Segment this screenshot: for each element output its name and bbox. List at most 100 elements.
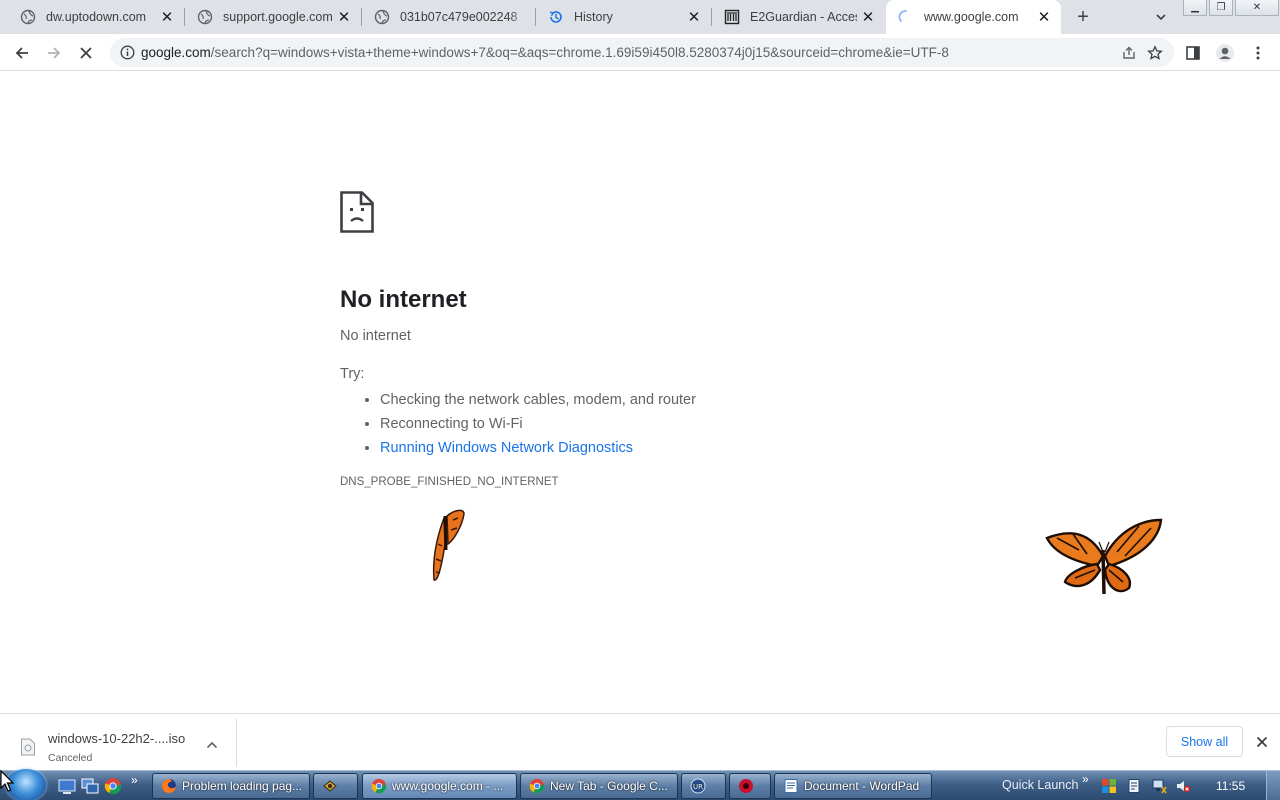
tab-title: dw.uptodown.com	[46, 10, 147, 24]
side-panel-button[interactable]	[1180, 40, 1206, 66]
taskbar-task-wordpad[interactable]: Document - WordPad	[774, 773, 932, 799]
suggestion-item: Checking the network cables, modem, and …	[380, 388, 940, 412]
error-container: No internet No internet Try: Checking th…	[340, 191, 940, 488]
task-label: Problem loading pag...	[182, 779, 303, 793]
arrow-left-icon	[15, 47, 28, 59]
close-tab-icon[interactable]: ✕	[156, 6, 178, 28]
kebab-menu-icon	[1256, 46, 1260, 60]
taskbar-task-chrome-google[interactable]: www.google.com - ...	[362, 773, 517, 799]
task-label: Document - WordPad	[804, 779, 920, 793]
task-label: www.google.com - ...	[392, 779, 504, 793]
globe-icon	[374, 9, 390, 25]
wordpad-icon	[784, 779, 798, 793]
switch-windows-icon[interactable]	[81, 777, 99, 795]
quick-launch-label: Quick Launch	[1002, 778, 1079, 792]
network-diagnostics-link[interactable]: Running Windows Network Diagnostics	[380, 440, 633, 456]
side-panel-icon	[1186, 46, 1200, 60]
minimize-button[interactable]: ▁	[1183, 0, 1207, 16]
tab-support-google[interactable]: support.google.com ✕	[185, 0, 361, 34]
stop-loading-button[interactable]	[73, 40, 99, 66]
browser-toolbar: google.com/search?q=windows+vista+theme+…	[0, 34, 1280, 71]
arrow-right-icon	[48, 47, 61, 59]
download-status: Canceled	[48, 752, 93, 764]
bookmark-star-icon[interactable]	[1142, 40, 1168, 66]
red-app-icon	[739, 779, 753, 793]
task-label: New Tab - Google C...	[550, 779, 668, 793]
back-button[interactable]	[9, 40, 35, 66]
network-tray-icon[interactable]	[1151, 778, 1167, 794]
taskbar-task-app[interactable]	[313, 773, 358, 799]
tab-search-button[interactable]	[1150, 6, 1172, 28]
taskbar: » Problem loading pag... www.google.com …	[0, 769, 1280, 800]
history-icon	[548, 9, 564, 25]
url-path: /search?q=windows+vista+theme+windows+7&…	[210, 45, 949, 60]
stop-icon	[80, 47, 92, 59]
suggestion-item: Reconnecting to Wi-Fi	[380, 412, 940, 436]
tab-title: 031b07c479e002248	[400, 10, 518, 24]
page-content: No internet No internet Try: Checking th…	[0, 71, 1280, 713]
close-tab-icon[interactable]: ✕	[857, 6, 879, 28]
window-controls: ▁ ❐ ✕	[1183, 0, 1280, 18]
chrome-icon[interactable]	[104, 777, 122, 795]
tab-title: E2Guardian - Access	[750, 10, 857, 24]
tab-dw-uptodown[interactable]: dw.uptodown.com ✕	[8, 0, 184, 34]
tab-hash[interactable]: 031b07c479e002248	[362, 0, 534, 34]
menu-button[interactable]	[1245, 40, 1271, 66]
url-text[interactable]: google.com/search?q=windows+vista+theme+…	[141, 45, 1116, 60]
error-title: No internet	[340, 286, 467, 313]
tab-google-active[interactable]: www.google.com ✕	[886, 0, 1061, 34]
clock[interactable]: 11:55	[1216, 779, 1245, 793]
suggestion-item: Running Windows Network Diagnostics	[380, 436, 940, 460]
globe-icon	[197, 9, 213, 25]
tab-history[interactable]: History ✕	[536, 0, 711, 34]
close-window-button[interactable]: ✕	[1235, 0, 1279, 16]
taskbar-task-ur-browser[interactable]: UR	[681, 773, 726, 799]
show-desktop-icon[interactable]	[58, 777, 76, 795]
tab-title: support.google.com	[223, 10, 333, 24]
maximize-button[interactable]: ❐	[1209, 0, 1233, 16]
close-tab-icon[interactable]: ✕	[333, 6, 355, 28]
download-file-name: windows-10-22h2-....iso	[48, 731, 186, 746]
show-desktop-button[interactable]	[1266, 771, 1280, 800]
taskbar-task-firefox[interactable]: Problem loading pag...	[152, 773, 310, 799]
close-shelf-icon[interactable]	[1252, 732, 1272, 752]
e2guardian-icon	[724, 9, 740, 25]
tab-e2guardian[interactable]: E2Guardian - Access ✕	[712, 0, 885, 34]
taskbar-task-red-app[interactable]	[729, 773, 771, 799]
show-all-button[interactable]: Show all	[1166, 726, 1243, 757]
taskbar-task-chrome-newtab[interactable]: New Tab - Google C...	[520, 773, 678, 799]
chevron-down-icon	[1156, 14, 1166, 21]
close-tab-icon[interactable]: ✕	[1033, 6, 1055, 28]
share-icon[interactable]	[1116, 40, 1142, 66]
forward-button[interactable]	[41, 40, 67, 66]
tab-title: History	[574, 10, 613, 24]
profile-button[interactable]	[1212, 40, 1238, 66]
chrome-icon	[529, 778, 545, 794]
svg-text:UR: UR	[693, 783, 703, 791]
try-label: Try:	[340, 366, 365, 382]
chevron-up-icon[interactable]	[202, 737, 222, 753]
profile-avatar-icon	[1216, 44, 1234, 62]
tab-strip: dw.uptodown.com ✕ support.google.com ✕ 0…	[0, 0, 1280, 34]
suggestion-list: Checking the network cables, modem, and …	[380, 388, 940, 460]
windows-flag-tray-icon[interactable]	[1101, 778, 1117, 794]
loading-spinner-icon	[898, 9, 914, 25]
quick-launch-chevron-icon[interactable]: »	[1082, 772, 1089, 786]
document-tray-icon[interactable]	[1126, 778, 1142, 794]
volume-muted-tray-icon[interactable]	[1175, 778, 1191, 794]
quick-launch-overflow[interactable]: »	[131, 773, 138, 787]
download-shelf: windows-10-22h2-....iso Canceled Show al…	[0, 713, 1280, 770]
app-icon	[323, 780, 337, 792]
file-icon	[21, 738, 35, 756]
error-subtitle: No internet	[340, 328, 411, 344]
new-tab-button[interactable]: +	[1071, 5, 1095, 29]
mouse-cursor-icon	[0, 770, 14, 792]
close-tab-icon[interactable]: ✕	[683, 6, 705, 28]
ur-browser-icon: UR	[690, 778, 706, 794]
globe-icon	[20, 9, 36, 25]
address-bar[interactable]: google.com/search?q=windows+vista+theme+…	[110, 38, 1174, 67]
download-item[interactable]: windows-10-22h2-....iso Canceled	[0, 719, 237, 767]
butterfly-icon	[432, 509, 465, 581]
butterfly-icon	[1045, 518, 1163, 595]
info-icon[interactable]	[119, 45, 135, 61]
